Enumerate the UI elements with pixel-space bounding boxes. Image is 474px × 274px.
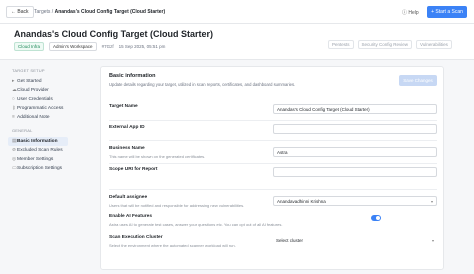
sidebar-item-subscription-settings[interactable]: ▭Subscription Settings — [8, 164, 68, 173]
chevron-down-icon: ▾ — [431, 238, 434, 243]
divider — [109, 189, 437, 190]
breadcrumb: Targets / Anandas's Cloud Config Target … — [34, 9, 165, 15]
chevron-down-icon: ▾ — [430, 199, 433, 204]
page-header: Anandas's Cloud Config Target (Cloud Sta… — [0, 24, 474, 60]
help-button[interactable]: ⓘ Help — [402, 9, 419, 16]
scan-cluster-value: Select cluster — [276, 238, 304, 243]
target-name-input[interactable]: Anandas's Cloud Config Target (Cloud Sta… — [273, 104, 437, 114]
tag-pentests[interactable]: Pentests — [328, 40, 354, 49]
target-meta: Cloud Infra Admin's Workspace #7Gzf 15 S… — [14, 42, 165, 51]
default-assignee-select[interactable]: Anandavadhinni Krishna ▾ — [273, 196, 437, 206]
tag-vulnerabilities[interactable]: Vulnerabilities — [416, 40, 452, 49]
ai-features-toggle[interactable] — [371, 215, 381, 221]
panel-title: Basic information — [109, 73, 156, 79]
settings-sidebar: TARGET SETUP ▸ Get Started ☁Cloud Provide… — [8, 66, 68, 173]
cloud-infra-badge: Cloud Infra — [14, 42, 45, 51]
business-name-help: This name will be shown on the generated… — [109, 154, 206, 159]
sidebar-section-general: GENERAL — [12, 128, 33, 133]
divider — [109, 140, 437, 141]
sidebar-item-user-credentials[interactable]: ○ User Credentials — [8, 95, 68, 104]
start-scan-button[interactable]: + Start a Scan — [427, 6, 467, 18]
back-button[interactable]: ← Back — [6, 6, 34, 18]
default-assignee-help: Users that will be notified and responsi… — [109, 203, 245, 208]
sidebar-item-additional-note[interactable]: ≡ Additional Note — [8, 113, 68, 122]
divider — [109, 163, 437, 164]
ai-features-label: Enable AI Features — [109, 214, 153, 219]
sidebar-item-label: Programmatic Access — [17, 106, 64, 111]
help-label: Help — [408, 10, 419, 16]
workspace-badge[interactable]: Admin's Workspace — [49, 42, 97, 51]
scope-url-label: Scope URI for Report — [109, 167, 158, 172]
sidebar-item-cloud-provider[interactable]: ☁Cloud Provider — [8, 86, 68, 95]
business-name-input[interactable]: Astra — [273, 147, 437, 157]
default-assignee-label: Default assignee — [109, 195, 148, 200]
sidebar-item-excluded-scan-rules[interactable]: ⊘Excluded Scan Rules — [8, 146, 68, 155]
help-icon: ⓘ — [402, 10, 408, 16]
target-id: #7Gzf — [101, 44, 114, 49]
sidebar-item-label: Additional Note — [17, 115, 50, 120]
sidebar-item-label: Cloud Provider — [17, 88, 49, 93]
panel-subtitle: Update details regarding your target, ut… — [109, 82, 296, 87]
sidebar-item-member-settings[interactable]: ◎Member Settings — [8, 155, 68, 164]
sidebar-item-label: User Credentials — [17, 97, 53, 102]
sidebar-section-target-setup: TARGET SETUP — [12, 68, 45, 73]
scan-cluster-help: Select the environment where the automat… — [109, 243, 236, 248]
default-assignee-value: Anandavadhinni Krishna — [277, 199, 326, 204]
breadcrumb-current: Anandas's Cloud Config Target (Cloud Sta… — [54, 9, 166, 15]
scan-type-tags: Pentests Security Config Review Vulnerab… — [328, 40, 452, 49]
ai-features-help: Astra uses AI to generate test cases, an… — [109, 222, 283, 227]
page-title: Anandas's Cloud Config Target (Cloud Sta… — [14, 29, 213, 39]
created-date: 15 Sep 2025, 05:51 pm — [118, 44, 166, 49]
sidebar-item-label: Excluded Scan Rules — [17, 148, 63, 153]
sidebar-item-basic-information[interactable]: ▤Basic Information — [8, 137, 68, 146]
tag-security-config-review[interactable]: Security Config Review — [357, 40, 413, 49]
external-app-id-input[interactable] — [273, 124, 437, 134]
sidebar-item-label: Member Settings — [17, 157, 54, 162]
breadcrumb-targets[interactable]: Targets — [34, 9, 50, 15]
scan-cluster-label: Scan Execution Cluster — [109, 235, 163, 240]
sidebar-item-programmatic-access[interactable]: ⚷Programmatic Access — [8, 104, 68, 113]
divider — [109, 120, 437, 121]
external-app-id-label: External App ID — [109, 125, 145, 130]
sidebar-item-get-started[interactable]: ▸ Get Started — [8, 77, 68, 86]
top-bar: ← Back Targets / Anandas's Cloud Config … — [0, 0, 474, 24]
scope-url-input[interactable] — [273, 167, 437, 177]
sidebar-item-label: Basic Information — [17, 139, 58, 144]
sidebar-item-label: Get Started — [17, 79, 42, 84]
save-changes-button[interactable]: Save Changes — [399, 75, 437, 86]
sidebar-item-label: Subscription Settings — [17, 166, 63, 171]
scan-cluster-select[interactable]: Select cluster ▾ — [273, 236, 437, 246]
business-name-label: Business Name — [109, 146, 145, 151]
basic-information-panel: Basic information Update details regardi… — [100, 66, 444, 270]
target-name-label: Target Name — [109, 104, 138, 109]
breadcrumb-separator: / — [51, 9, 54, 15]
